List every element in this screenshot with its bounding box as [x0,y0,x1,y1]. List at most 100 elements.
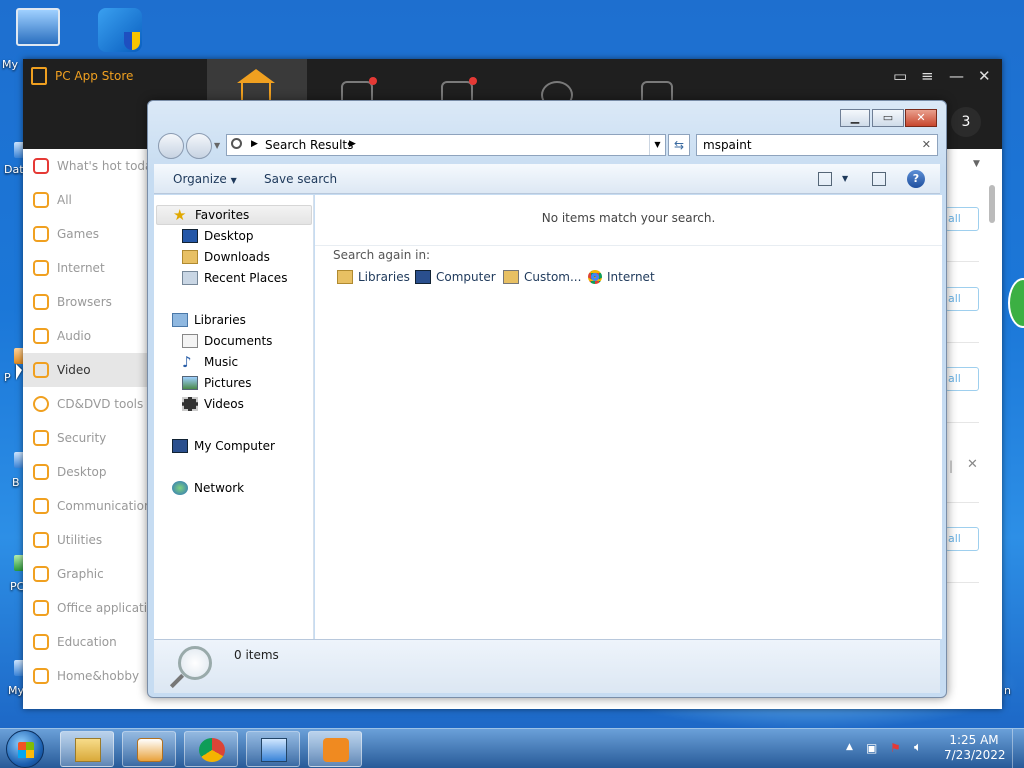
minimize-icon: ▁ [850,111,860,124]
folder-icon [75,738,101,762]
show-hidden-icons[interactable]: ▲ [846,742,853,768]
back-button[interactable] [158,133,184,159]
taskbar-chrome[interactable] [184,731,238,767]
chevron-down-icon[interactable]: ▼ [973,159,980,169]
sidebar-item-desktop[interactable]: Desktop [23,455,147,489]
install-button[interactable]: all [945,527,979,551]
search-magnifier-icon [178,646,212,680]
computer-icon [172,439,188,453]
clear-search-icon[interactable]: ✕ [922,138,931,151]
nav-libraries[interactable]: Libraries [172,310,246,330]
search-again-libraries[interactable]: Libraries [337,270,410,284]
sidebar-item-home-hobby[interactable]: Home&hobby [23,659,147,693]
install-button[interactable]: all [945,287,979,311]
sidebar-item-office[interactable]: Office application [23,591,147,625]
nav-downloads[interactable]: Downloads [182,247,270,267]
search-input[interactable] [697,135,907,155]
close-icon[interactable]: ✕ [978,67,991,85]
preview-pane-icon[interactable] [872,172,886,186]
breadcrumb-separator-icon[interactable]: ▶ [251,139,258,149]
views-icon[interactable] [818,172,832,186]
downloads-count-badge[interactable]: 3 [951,107,981,137]
close-button[interactable]: ✕ [905,109,937,127]
taskbar-app-store[interactable] [308,731,362,767]
nav-my-computer[interactable]: My Computer [172,436,275,456]
sidebar-item-audio[interactable]: Audio [23,319,147,353]
action-center-flag-icon[interactable]: ⚑ [890,741,901,768]
forward-button[interactable] [186,133,212,159]
close-icon[interactable]: ✕ [967,457,978,472]
scrollbar-thumb[interactable] [989,185,995,223]
search-again-internet[interactable]: Internet [588,270,655,284]
desktop-icon-tool[interactable] [88,8,152,54]
address-bar[interactable]: ▶ Search Results ▶ ▼ [226,134,666,156]
sidebar-item-label: Home&hobby [57,669,140,683]
sidebar-item-graphic[interactable]: Graphic [23,557,147,591]
save-search-button[interactable]: Save search [264,172,337,186]
search-again-computer[interactable]: Computer [415,270,496,284]
taskbar-explorer[interactable] [60,731,114,767]
close-icon: ✕ [916,111,926,124]
browser-icon [33,294,49,310]
search-again-custom[interactable]: Custom... [503,270,581,284]
nav-pictures[interactable]: Pictures [182,373,252,393]
show-desktop-button[interactable] [1012,729,1024,768]
computer-icon [415,270,431,284]
desktop-partial-label: My [8,684,25,697]
sidebar-item-utilities[interactable]: Utilities [23,523,147,557]
feedback-icon[interactable]: ▭ [893,67,907,85]
sidebar-item-video[interactable]: Video [23,353,147,387]
search-box[interactable]: ✕ [696,134,938,156]
desktop-icon-my-computer[interactable] [8,8,68,48]
sidebar-item-all[interactable]: All [23,183,147,217]
list-divider [945,422,979,423]
nav-videos[interactable]: Videos [182,394,244,414]
system-clock[interactable]: 1:25 AM 7/23/2022 [944,733,1006,763]
list-divider [945,261,979,262]
minimize-icon[interactable]: — [949,67,964,85]
minimize-button[interactable]: ▁ [840,109,870,127]
nav-recent-places[interactable]: Recent Places [182,268,287,288]
nav-documents[interactable]: Documents [182,331,272,351]
volume-icon[interactable]: 🔈︎ [914,740,922,768]
network-tray-icon[interactable]: ▣ [866,741,877,768]
nav-network[interactable]: Network [172,478,244,498]
nav-favorites[interactable]: ★ Favorites [156,205,312,225]
nav-label: My Computer [194,439,275,453]
sidebar-item-browsers[interactable]: Browsers [23,285,147,319]
install-button[interactable]: all [945,367,979,391]
sidebar-item-label: Utilities [57,533,103,547]
chat-icon [33,498,49,514]
nav-music[interactable]: ♪ Music [182,352,238,372]
sidebar-item-games[interactable]: Games [23,217,147,251]
chevron-down-icon[interactable]: ▼ [842,174,848,183]
sidebar-item-education[interactable]: Education [23,625,147,659]
menu-icon[interactable]: ≡ [921,67,934,85]
book-icon [33,634,49,650]
taskbar-control-panel[interactable] [246,731,300,767]
start-button[interactable] [6,730,44,768]
sidebar-item-label: Education [57,635,117,649]
floating-widget[interactable] [1008,278,1024,328]
restore-button[interactable]: ▭ [872,109,904,127]
restore-icon: ▭ [882,111,894,124]
camera-icon [33,566,49,582]
taskbar-media-player[interactable] [122,731,176,767]
speaker-icon [33,328,49,344]
shopping-bag-icon [323,738,349,762]
sidebar-item-internet[interactable]: Internet [23,251,147,285]
organize-button[interactable]: Organize ▼ [173,172,237,186]
address-dropdown-icon[interactable]: ▼ [649,135,665,155]
recent-pages-dropdown[interactable]: ▼ [214,141,220,150]
install-button[interactable]: all [945,207,979,231]
nav-desktop[interactable]: Desktop [182,226,254,246]
documents-icon [182,334,198,348]
sidebar-item-cd-dvd-tools[interactable]: CD&DVD tools [23,387,147,421]
sidebar-item-whats-hot[interactable]: What's hot toda [23,149,147,183]
sidebar-item-communications[interactable]: Communications [23,489,147,523]
help-icon[interactable]: ? [907,170,925,188]
refresh-button[interactable]: ⇆ [668,134,690,156]
sidebar-item-security[interactable]: Security [23,421,147,455]
breadcrumb-separator-icon[interactable]: ▶ [349,139,356,149]
breadcrumb[interactable]: Search Results [265,138,353,152]
